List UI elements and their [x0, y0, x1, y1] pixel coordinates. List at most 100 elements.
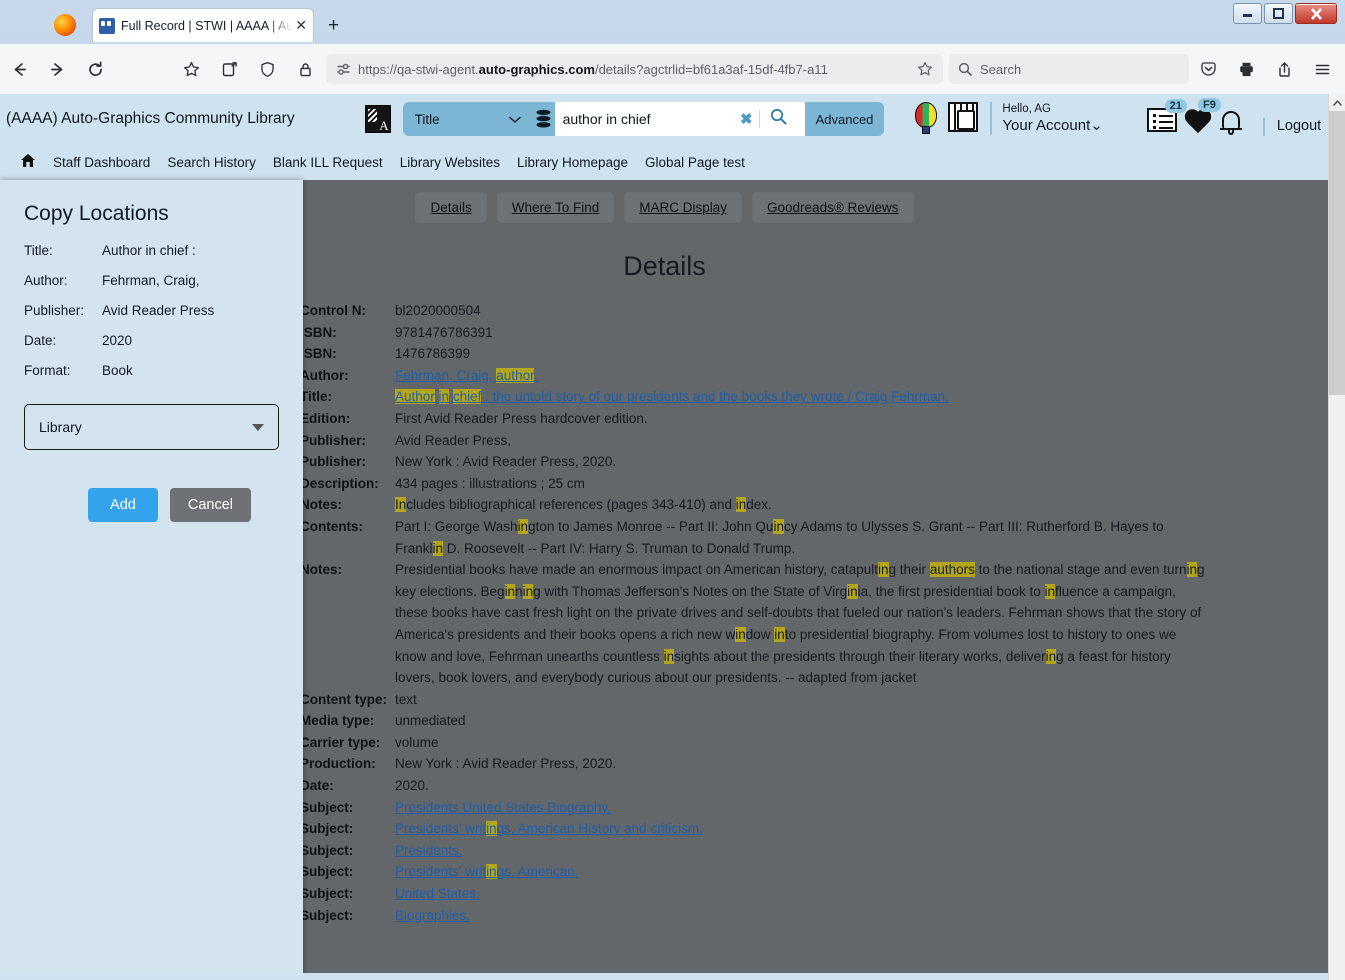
- nav-item-staff-dashboard[interactable]: Staff Dashboard: [53, 155, 150, 170]
- record-field-value[interactable]: Author in chief : the untold story of ou…: [395, 386, 1208, 408]
- horizontal-scrollbar[interactable]: [0, 973, 1329, 980]
- record-field-value: text: [395, 691, 417, 707]
- favorites-button[interactable]: F9: [1183, 98, 1221, 134]
- tab-goodreads-reviews[interactable]: Goodreads® Reviews: [752, 192, 914, 223]
- url-bar[interactable]: https://qa-stwi-agent.auto-graphics.com/…: [326, 54, 943, 84]
- record-field-value: Part I: George Washington to James Monro…: [395, 518, 1164, 556]
- shield-icon[interactable]: [252, 54, 282, 84]
- page-bookmark-icon[interactable]: [915, 54, 935, 84]
- share-icon[interactable]: [1269, 54, 1299, 84]
- pocket-icon[interactable]: [1193, 54, 1223, 84]
- record-field-label: Subject:: [300, 821, 354, 837]
- record-link[interactable]: Author in chief : the untold story of ou…: [395, 389, 949, 405]
- record-field-value[interactable]: Presidents' writings, American.: [395, 861, 1208, 883]
- library-select[interactable]: Library: [24, 404, 279, 450]
- database-icon[interactable]: [533, 102, 555, 136]
- new-tab-button[interactable]: +: [328, 15, 339, 37]
- search-input[interactable]: author in chief ✖: [554, 102, 805, 136]
- chevron-down-icon: ⌄: [1090, 117, 1103, 134]
- cancel-button[interactable]: Cancel: [169, 488, 251, 522]
- record-field-value: Presidential books have made an enormous…: [395, 562, 1205, 686]
- search-scope-value: Title: [414, 111, 440, 127]
- record-field-row: Edition: First Avid Reader Press hardcove…: [300, 408, 1329, 430]
- search-scope-select[interactable]: Title: [403, 102, 533, 136]
- record-field-value: 2020.: [395, 778, 429, 794]
- record-link[interactable]: Presidents' writings, American History a…: [395, 821, 703, 837]
- record-field-value: unmediated: [395, 713, 466, 729]
- library-brand: (AAAA) Auto-Graphics Community Library: [6, 110, 295, 127]
- add-button[interactable]: Add: [88, 488, 158, 522]
- record-field-value: Avid Reader Press,: [395, 432, 512, 448]
- record-field-row: Date: 2020.: [300, 775, 1329, 797]
- close-button[interactable]: [1295, 3, 1337, 24]
- vertical-scrollbar[interactable]: [1328, 94, 1345, 980]
- record-field-value[interactable]: Presidents United States Biography.: [395, 797, 1208, 819]
- scroll-up-icon[interactable]: [1329, 94, 1345, 111]
- record-field-row: Carrier type: volume: [300, 732, 1329, 754]
- record-field-value[interactable]: United States.: [395, 883, 1208, 905]
- tab-close-icon[interactable]: ✕: [295, 17, 307, 34]
- record-field-row: Control N: bl2020000504: [300, 300, 1329, 322]
- record-link[interactable]: Presidents.: [395, 843, 463, 858]
- record-field-row: Subject: Presidents' writings, American H…: [300, 818, 1329, 840]
- header-icons: Hello, AG Your Account⌄ 21 F9 Logout: [912, 98, 1321, 136]
- record-link[interactable]: United States.: [395, 886, 480, 901]
- nav-item-library-homepage[interactable]: Library Homepage: [517, 155, 628, 170]
- record-field-value: 434 pages : illustrations ; 25 cm: [395, 475, 585, 491]
- clear-search-icon[interactable]: ✖: [734, 110, 759, 128]
- record-field-value[interactable]: Biographies.: [395, 905, 1208, 927]
- dialog-buttons: Add Cancel: [0, 488, 251, 522]
- copy-locations-dialog: Copy Locations Title: Author in chief : Au…: [0, 180, 303, 980]
- scroll-thumb[interactable]: [1329, 111, 1345, 395]
- record-link[interactable]: Fehrman, Craig, author.: [395, 367, 538, 383]
- tab-marc-display[interactable]: MARC Display: [624, 192, 743, 223]
- record-field-value[interactable]: Presidents.: [395, 840, 1208, 862]
- dialog-field-value: Author in chief :: [102, 243, 196, 258]
- record-field-label: Edition:: [300, 410, 351, 426]
- advanced-search-button[interactable]: Advanced: [805, 102, 885, 136]
- home-icon[interactable]: [20, 153, 36, 172]
- record-field-label: Title:: [300, 389, 333, 405]
- forward-icon[interactable]: [42, 54, 72, 84]
- reload-icon[interactable]: [80, 54, 110, 84]
- record-field-label: Notes:: [300, 497, 343, 513]
- search-submit-icon[interactable]: [760, 108, 797, 130]
- web-page: (AAAA) Auto-Graphics Community Library T…: [0, 94, 1329, 980]
- search-library-icon[interactable]: [948, 102, 979, 132]
- tab-where-to-find[interactable]: Where To Find: [496, 192, 615, 223]
- nav-item-library-websites[interactable]: Library Websites: [400, 155, 500, 170]
- your-account-label[interactable]: Your Account⌄: [1002, 116, 1102, 135]
- nav-item-blank-ill-request[interactable]: Blank ILL Request: [273, 155, 383, 170]
- app-menu-icon[interactable]: [1307, 54, 1337, 84]
- record-field-label: ISBN:: [300, 346, 337, 362]
- notifications-bell-icon[interactable]: [1219, 108, 1245, 136]
- auto-graphics-logo-icon: [364, 105, 391, 133]
- nav-item-global-page-test[interactable]: Global Page test: [645, 155, 745, 170]
- browser-tab[interactable]: Full Record | STWI | AAAA | Auto-Graphic…: [92, 8, 314, 42]
- record-link[interactable]: Biographies.: [395, 908, 470, 923]
- my-lists-button[interactable]: 21: [1146, 99, 1187, 132]
- nav-item-search-history[interactable]: Search History: [167, 155, 256, 170]
- your-account-menu[interactable]: Hello, AG Your Account⌄: [990, 102, 1103, 135]
- maximize-button[interactable]: [1264, 3, 1293, 24]
- record-field-value[interactable]: Fehrman, Craig, author.: [395, 365, 1208, 387]
- hot-air-balloon-icon[interactable]: [912, 102, 938, 134]
- dialog-field-row: Format: Book: [0, 356, 303, 386]
- record-field-value[interactable]: Presidents' writings, American History a…: [395, 818, 1208, 840]
- record-link[interactable]: Presidents' writings, American.: [395, 864, 578, 880]
- tab-details[interactable]: Details: [415, 192, 487, 223]
- logout-button[interactable]: Logout: [1277, 118, 1321, 136]
- record-field-label: Subject:: [300, 799, 354, 815]
- bookmark-star-icon[interactable]: [176, 54, 206, 84]
- record-link[interactable]: Presidents United States Biography.: [395, 800, 611, 815]
- back-icon[interactable]: [4, 54, 34, 84]
- record-field-row: Subject: Presidents.: [300, 840, 1329, 862]
- permissions-icon[interactable]: [334, 54, 352, 84]
- print-icon[interactable]: [1231, 54, 1261, 84]
- container-tab-icon[interactable]: [214, 54, 244, 84]
- record-field-row: Contents: Part I: George Washington to Ja…: [300, 516, 1329, 559]
- browser-search-input[interactable]: Search: [949, 54, 1189, 84]
- minimize-button[interactable]: [1233, 3, 1262, 24]
- lock-icon[interactable]: [290, 54, 320, 84]
- favorites-badge: F9: [1198, 98, 1221, 112]
